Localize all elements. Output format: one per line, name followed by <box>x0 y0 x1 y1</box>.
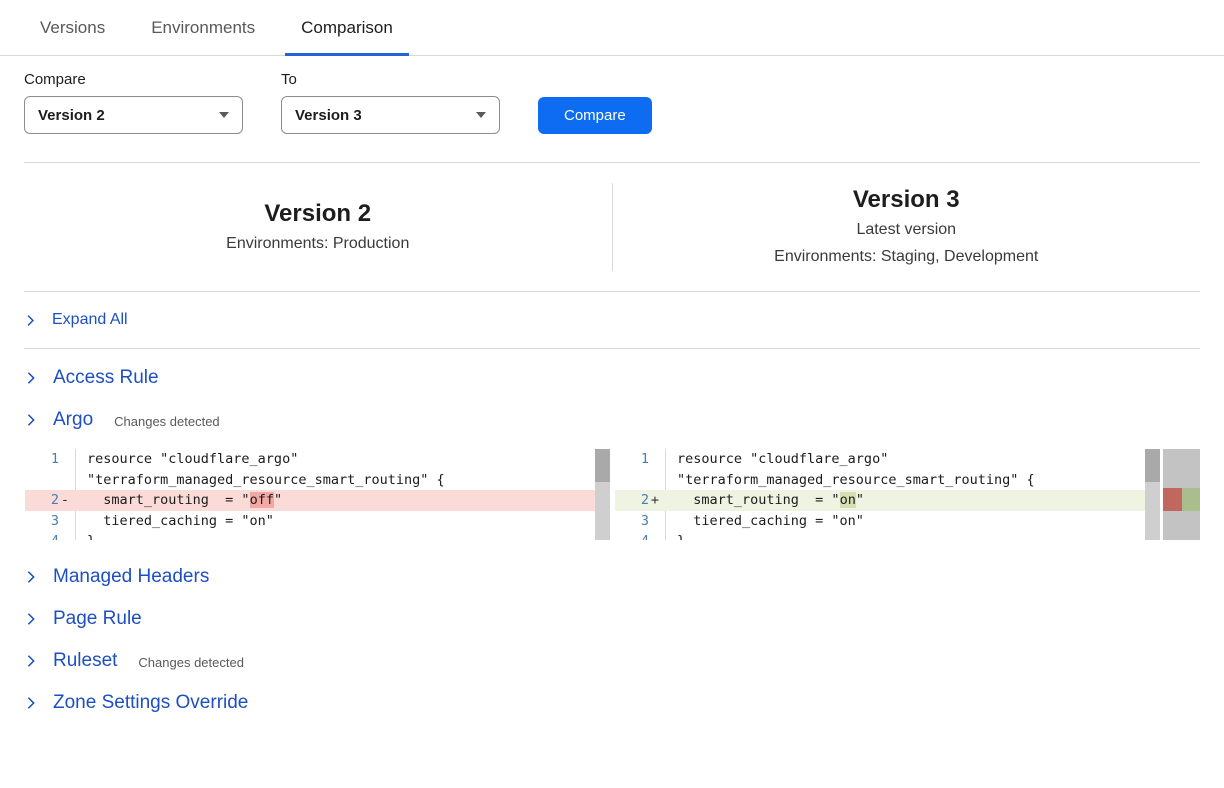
ruler-added-mark <box>1182 488 1201 511</box>
version-right-latest: Latest version <box>613 216 1201 243</box>
tab-comparison[interactable]: Comparison <box>285 0 409 56</box>
diff-line: "terraform_managed_resource_smart_routin… <box>615 470 1145 491</box>
diff-line: 4} <box>25 531 595 540</box>
scrollbar-thumb[interactable] <box>595 449 610 482</box>
compare-from-label: Compare <box>24 70 243 89</box>
section-access-rule[interactable]: Access Rule <box>24 357 1200 399</box>
compare-to-value: Version 3 <box>295 107 362 124</box>
section-page-rule[interactable]: Page Rule <box>24 598 1200 640</box>
diff-left-code: 1resource "cloudflare_argo""terraform_ma… <box>25 449 595 540</box>
argo-diff-viewer: 1resource "cloudflare_argo""terraform_ma… <box>25 449 1200 540</box>
diff-line: 3 tiered_caching = "on" <box>25 511 595 532</box>
chevron-right-icon <box>24 612 38 626</box>
chevron-down-icon <box>476 112 486 118</box>
diff-line-added: 2+ smart_routing = "on" <box>615 490 1145 511</box>
compare-button[interactable]: Compare <box>538 97 652 134</box>
ruler-removed-mark <box>1163 488 1182 511</box>
diff-line: 1resource "cloudflare_argo" <box>615 449 1145 470</box>
diff-right-scrollbar[interactable] <box>1145 449 1160 540</box>
section-label: Ruleset <box>53 650 117 672</box>
compare-from-field: Compare Version 2 <box>24 70 243 134</box>
section-label: Argo <box>53 409 93 431</box>
section-label: Managed Headers <box>53 566 209 588</box>
section-managed-headers[interactable]: Managed Headers <box>24 556 1200 598</box>
chevron-right-icon <box>24 570 38 584</box>
compare-from-select[interactable]: Version 2 <box>24 96 243 134</box>
section-argo[interactable]: Argo Changes detected <box>24 399 1200 441</box>
diff-inline-change: off <box>250 492 274 508</box>
expand-all-label: Expand All <box>52 311 128 329</box>
chevron-right-icon <box>24 371 38 385</box>
chevron-down-icon <box>219 112 229 118</box>
chevron-right-icon <box>24 654 38 668</box>
version-left-title: Version 2 <box>24 198 612 230</box>
chevron-right-icon <box>24 314 37 327</box>
tab-environments[interactable]: Environments <box>135 0 271 56</box>
diff-line: 1resource "cloudflare_argo" <box>25 449 595 470</box>
version-right-environments: Environments: Staging, Development <box>613 243 1201 270</box>
section-label: Page Rule <box>53 608 142 630</box>
diff-overview-ruler <box>1163 449 1200 540</box>
compare-to-field: To Version 3 <box>281 70 500 134</box>
tab-versions[interactable]: Versions <box>24 0 121 56</box>
chevron-right-icon <box>24 413 38 427</box>
version-right-header: Version 3 Latest version Environments: S… <box>613 184 1201 270</box>
version-right-title: Version 3 <box>613 184 1201 216</box>
sections-list: Access Rule Argo Changes detected 1resou… <box>0 349 1224 764</box>
chevron-right-icon <box>24 696 38 710</box>
compare-to-select[interactable]: Version 3 <box>281 96 500 134</box>
tab-bar: Versions Environments Comparison <box>0 0 1224 56</box>
diff-line: 4} <box>615 531 1145 540</box>
section-label: Zone Settings Override <box>53 692 248 714</box>
diff-line: "terraform_managed_resource_smart_routin… <box>25 470 595 491</box>
version-left-header: Version 2 Environments: Production <box>24 198 612 257</box>
changes-detected-badge: Changes detected <box>114 411 220 429</box>
diff-left-panel: 1resource "cloudflare_argo""terraform_ma… <box>25 449 610 540</box>
diff-left-scrollbar[interactable] <box>595 449 610 540</box>
diff-line-removed: 2- smart_routing = "off" <box>25 490 595 511</box>
version-headers: Version 2 Environments: Production Versi… <box>0 163 1224 291</box>
diff-inline-change: on <box>840 492 856 508</box>
diff-right-panel: 1resource "cloudflare_argo""terraform_ma… <box>615 449 1200 540</box>
section-label: Access Rule <box>53 367 159 389</box>
changes-detected-badge: Changes detected <box>138 652 244 670</box>
scrollbar-thumb[interactable] <box>1145 449 1160 482</box>
section-zone-settings-override[interactable]: Zone Settings Override <box>24 682 1200 724</box>
expand-all-link[interactable]: Expand All <box>24 292 1200 348</box>
section-ruleset[interactable]: Ruleset Changes detected <box>24 640 1200 682</box>
diff-right-code: 1resource "cloudflare_argo""terraform_ma… <box>615 449 1145 540</box>
version-left-environments: Environments: Production <box>24 230 612 257</box>
diff-line: 3 tiered_caching = "on" <box>615 511 1145 532</box>
compare-from-value: Version 2 <box>38 107 105 124</box>
compare-to-label: To <box>281 70 500 89</box>
compare-form: Compare Version 2 To Version 3 Compare <box>0 56 1224 162</box>
